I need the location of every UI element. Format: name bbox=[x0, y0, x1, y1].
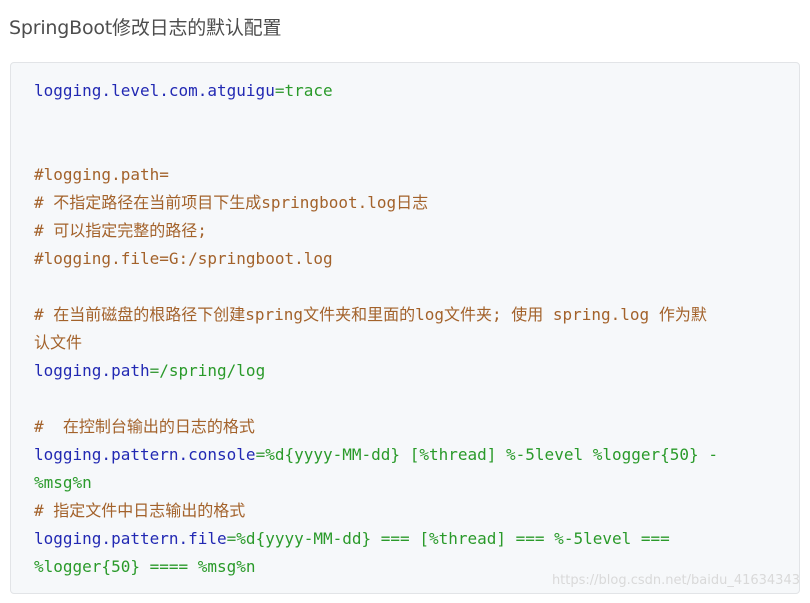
equals-sign: = bbox=[255, 445, 266, 464]
equals-sign: = bbox=[226, 529, 237, 548]
code-line-path: logging.path=/spring/log bbox=[34, 357, 265, 385]
comment-line: # 不指定路径在当前项目下生成springboot.log日志 bbox=[34, 193, 429, 212]
comment-line: #logging.path= bbox=[34, 165, 169, 184]
comment-line: # 在当前磁盘的根路径下创建spring文件夹和里面的log文件夹; 使用 sp… bbox=[34, 305, 707, 324]
code-line-level: logging.level.com.atguigu=trace bbox=[34, 77, 333, 105]
comment-line: # 可以指定完整的路径; bbox=[34, 221, 207, 240]
property-key: logging.level.com.atguigu bbox=[34, 81, 275, 100]
comment-line: # 指定文件中日志输出的格式 bbox=[34, 501, 246, 520]
property-value: %d{yyyy-MM-dd} === [%thread] === %-5leve… bbox=[236, 529, 670, 548]
property-key: logging.pattern.file bbox=[34, 529, 227, 548]
comment-line-continued: 认文件 bbox=[34, 333, 83, 352]
code-line-continued: %logger{50} ==== %msg%n bbox=[34, 557, 256, 576]
property-value: trace bbox=[284, 81, 333, 100]
equals-sign: = bbox=[149, 361, 160, 380]
comment-line: #logging.file=G:/springboot.log bbox=[34, 249, 333, 268]
code-line-file-pattern: logging.pattern.file=%d{yyyy-MM-dd} === … bbox=[34, 525, 670, 553]
comment-line: # 在控制台输出的日志的格式 bbox=[34, 417, 255, 436]
property-value: /spring/log bbox=[159, 361, 266, 380]
code-line-console-pattern: logging.pattern.console=%d{yyyy-MM-dd} [… bbox=[34, 441, 718, 469]
watermark-url: https://blog.csdn.net/baidu_41634343 bbox=[551, 573, 800, 588]
property-key: logging.pattern.console bbox=[34, 445, 256, 464]
property-value: %d{yyyy-MM-dd} [%thread] %-5level %logge… bbox=[265, 445, 718, 464]
property-key: logging.path bbox=[34, 361, 150, 380]
code-line-continued: %msg%n bbox=[34, 473, 92, 492]
code-block: logging.level.com.atguigu=trace #logging… bbox=[10, 62, 800, 594]
article-heading: SpringBoot修改日志的默认配置 bbox=[9, 17, 282, 39]
